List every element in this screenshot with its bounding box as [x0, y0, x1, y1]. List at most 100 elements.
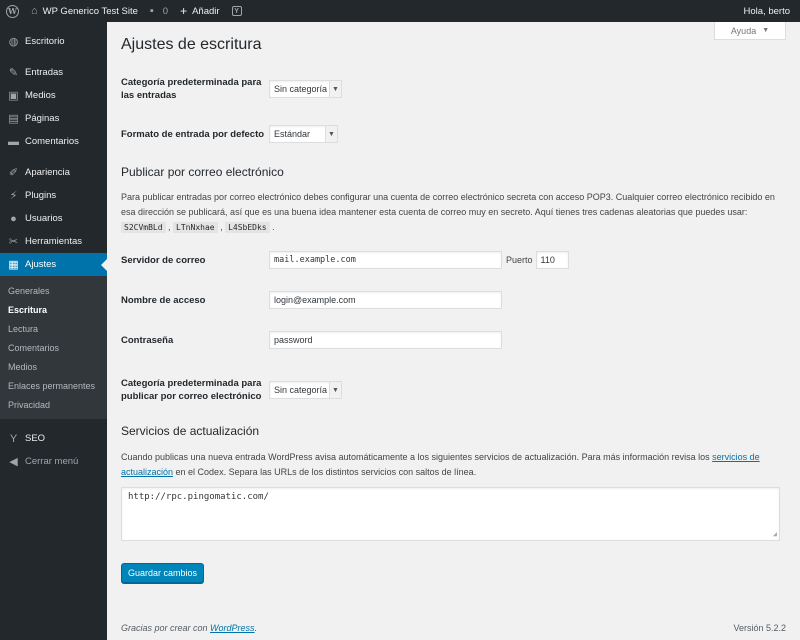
- pages-icon: ▤: [8, 113, 19, 125]
- comment-icon: ▪: [149, 5, 154, 17]
- save-changes-button[interactable]: Guardar cambios: [121, 563, 204, 583]
- collapse-menu-button[interactable]: ◀ Cerrar menú: [0, 450, 107, 473]
- mail-server-row: Servidor de correo mail.example.com Puer…: [121, 251, 569, 269]
- menu-item-usuarios[interactable]: ● Usuarios: [0, 207, 107, 230]
- random-string-2: LTnNxhae: [173, 222, 218, 233]
- help-label: Ayuda: [730, 25, 757, 36]
- footer-text: .: [254, 623, 258, 633]
- post-via-email-heading: Publicar por correo electrónico: [121, 165, 284, 179]
- ping-sites-textarea[interactable]: http://rpc.pingomatic.com/ ◢: [121, 487, 780, 541]
- mail-server-input[interactable]: mail.example.com: [269, 251, 502, 269]
- menu-item-medios[interactable]: ▣ Medios: [0, 84, 107, 107]
- menu-label: Entradas: [25, 67, 64, 78]
- ajustes-submenu: Generales Escritura Lectura Comentarios …: [0, 276, 107, 419]
- submenu-lectura[interactable]: Lectura: [0, 320, 107, 339]
- menu-item-apariencia[interactable]: ✐ Apariencia: [0, 161, 107, 184]
- port-input[interactable]: 110: [535, 251, 569, 269]
- menu-label: Plugins: [25, 190, 57, 201]
- site-name-link[interactable]: ⌂ WP Generico Test Site: [25, 0, 144, 22]
- menu-item-comentarios[interactable]: ▬ Comentarios: [0, 130, 107, 153]
- greeting: Hola, berto: [743, 5, 790, 17]
- help-button[interactable]: Ayuda ▼: [714, 22, 786, 40]
- default-format-label: Formato de entrada por defecto: [121, 128, 265, 140]
- menu-label: Comentarios: [25, 136, 79, 147]
- menu-item-paginas[interactable]: ▤ Páginas: [0, 107, 107, 130]
- menu-label: Herramientas: [25, 236, 83, 247]
- password-input[interactable]: password: [269, 331, 502, 349]
- site-name: WP Generico Test Site: [42, 5, 138, 17]
- menu-label: Usuarios: [25, 213, 63, 224]
- menu-label: Cerrar menú: [25, 456, 79, 467]
- chevron-down-icon: ▼: [325, 126, 337, 142]
- new-content-link[interactable]: + Añadir: [174, 0, 225, 22]
- footer-thanks: Gracias por crear con WordPress.: [121, 623, 257, 633]
- menu-item-herramientas[interactable]: ✂ Herramientas: [0, 230, 107, 253]
- footer-version: Versión 5.2.2: [733, 623, 786, 633]
- submenu-enlaces-permanentes[interactable]: Enlaces permanentes: [0, 377, 107, 396]
- main-content: Ayuda ▼ Ajustes de escritura Categoría p…: [107, 22, 800, 640]
- submenu-medios[interactable]: Medios: [0, 358, 107, 377]
- submenu-privacidad[interactable]: Privacidad: [0, 396, 107, 415]
- plus-icon: +: [180, 4, 188, 18]
- tools-icon: ✂: [8, 236, 19, 248]
- chevron-down-icon: ▼: [329, 382, 341, 398]
- comments-count: 0: [162, 5, 169, 17]
- select-value: Sin categoría: [274, 84, 328, 94]
- menu-label: Medios: [25, 90, 56, 101]
- wordpress-logo-icon: W: [6, 4, 19, 18]
- yoast-adminbar-link[interactable]: Y: [226, 0, 248, 22]
- login-input[interactable]: login@example.com: [269, 291, 502, 309]
- default-format-select[interactable]: Estándar ▼: [269, 125, 338, 143]
- appearance-icon: ✐: [8, 167, 19, 179]
- menu-item-plugins[interactable]: ⚡ Plugins: [0, 184, 107, 207]
- menu-label: Ajustes: [25, 259, 57, 270]
- collapse-icon: ◀: [9, 456, 18, 468]
- submenu-escritura[interactable]: Escritura: [0, 301, 107, 320]
- footer-text: Gracias por crear con: [121, 623, 211, 633]
- random-string-3: L4SbEDks: [225, 222, 270, 233]
- description-text: en el Codex. Separa las URLs de los dist…: [173, 467, 477, 477]
- menu-item-seo[interactable]: Y SEO: [0, 427, 107, 450]
- wordpress-link[interactable]: WordPress: [210, 623, 255, 633]
- plugins-icon: ⚡: [9, 190, 18, 202]
- admin-bar: W ⌂ WP Generico Test Site ▪ 0 + Añadir Y…: [0, 0, 800, 22]
- submenu-generales[interactable]: Generales: [0, 282, 107, 301]
- menu-item-ajustes[interactable]: ▦ Ajustes: [0, 253, 107, 276]
- settings-icon: ▦: [8, 259, 19, 271]
- account-menu[interactable]: Hola, berto: [738, 0, 800, 22]
- default-category-row: Categoría predeterminada para las entrad…: [121, 76, 342, 102]
- menu-item-entradas[interactable]: ✎ Entradas: [0, 61, 107, 84]
- media-icon: ▣: [8, 90, 19, 102]
- mail-category-select[interactable]: Sin categoría ▼: [269, 381, 342, 399]
- resize-grip-icon[interactable]: ◢: [773, 530, 777, 538]
- description-text: Cuando publicas una nueva entrada WordPr…: [121, 452, 713, 462]
- default-format-row: Formato de entrada por defecto Estándar …: [121, 125, 338, 143]
- menu-item-escritorio[interactable]: ◍ Escritorio: [0, 30, 107, 53]
- mail-category-row: Categoría predeterminada para publicar p…: [121, 377, 342, 403]
- menu-label: Escritorio: [25, 36, 65, 47]
- login-row: Nombre de acceso login@example.com: [121, 291, 502, 309]
- mail-server-label: Servidor de correo: [121, 254, 206, 266]
- caret-down-icon: ▼: [762, 27, 770, 34]
- chevron-down-icon: ▼: [329, 81, 341, 97]
- admin-sidebar: ◍ Escritorio ✎ Entradas ▣ Medios ▤ Páginas ▬…: [0, 22, 107, 640]
- update-services-description: Cuando publicas una nueva entrada WordPr…: [121, 450, 783, 480]
- users-icon: ●: [10, 212, 17, 225]
- yoast-icon: Y: [231, 6, 242, 16]
- new-content-label: Añadir: [192, 5, 220, 17]
- yoast-icon: Y: [9, 432, 18, 445]
- submenu-comentarios[interactable]: Comentarios: [0, 339, 107, 358]
- random-string-1: S2CVmBLd: [121, 222, 166, 233]
- pin-icon: ✎: [8, 67, 19, 79]
- default-category-label: Categoría predeterminada para las entrad…: [121, 77, 262, 101]
- select-value: Estándar: [274, 129, 311, 139]
- mail-category-label: Categoría predeterminada para publicar p…: [121, 378, 262, 402]
- password-label: Contraseña: [121, 334, 174, 346]
- password-row: Contraseña password: [121, 331, 502, 349]
- menu-label: SEO: [25, 433, 46, 444]
- port-label: Puerto: [506, 255, 533, 265]
- comments-link[interactable]: ▪ 0: [144, 0, 174, 22]
- login-label: Nombre de acceso: [121, 294, 206, 306]
- default-category-select[interactable]: Sin categoría ▼: [269, 80, 342, 98]
- wp-logo-menu[interactable]: W: [0, 0, 25, 22]
